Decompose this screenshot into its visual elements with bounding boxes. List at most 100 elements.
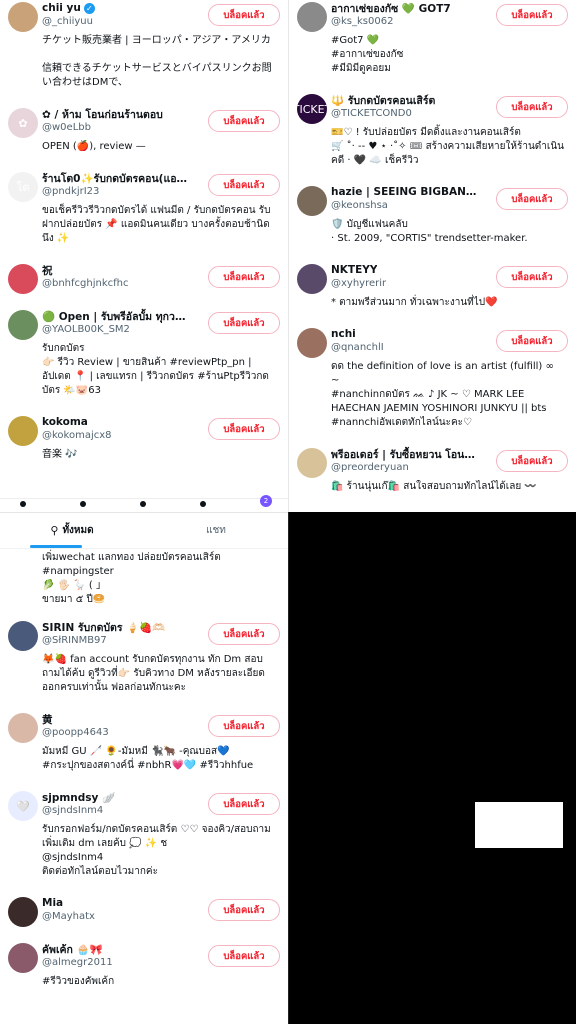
blocked-button[interactable]: บล็อคแล้ว [496,96,568,118]
user-bio: ดด the definition of love is an artist (… [331,361,554,428]
avatar[interactable] [297,2,327,32]
blocked-button[interactable]: บล็อคแล้ว [208,312,280,334]
user-bio: 🛡️ บัญชีแฟนคลับ · St. 2009, "CORTIS" tre… [331,219,528,244]
avatar[interactable]: โต [8,172,38,202]
grok-icon[interactable] [140,501,146,507]
panel-top-left: chii yu ✓ @_chiiyuu チケット販売業者 | ヨーロッパ・アジア・アメ… [0,0,288,512]
user-bio: 🦊🍓 fan account รับกดบัตรทุกงาน ทัก Dm สอ… [42,654,265,693]
display-name[interactable]: NKTEYY [331,264,377,276]
avatar[interactable]: TICKET [297,94,327,124]
user-bio: OPEN (🍎), review — [42,141,146,152]
display-name[interactable]: 黄 [42,712,53,727]
blocked-button[interactable]: บล็อคแล้ว [208,174,280,196]
blocked-button[interactable]: บล็อคแล้ว [496,450,568,472]
avatar[interactable]: 🤍 [8,791,38,821]
blocked-button[interactable]: บล็อคแล้ว [208,623,280,645]
panel-top-right: อากาเซ่ของกัซ 💚 GOT7 @ks_ks0062 #Got7 💚 #อ… [288,0,576,512]
filter-icon: ⚲ [50,524,59,537]
avatar[interactable] [297,448,327,478]
blocked-button[interactable]: บล็อคแล้ว [208,110,280,132]
display-name[interactable]: 🔱 รับกดบัตรคอนเสิร์ต [331,92,435,109]
display-name[interactable]: Mia [42,897,63,909]
user-row[interactable]: chii yu ✓ @_chiiyuu チケット販売業者 | ヨーロッパ・アジア・アメ… [0,0,288,98]
home-icon[interactable] [20,501,26,507]
display-name[interactable]: 🟢 Open | รับพรีอัลบั้ม ทุกวง🎆... [42,308,190,325]
avatar[interactable]: ✿ [8,108,38,138]
user-row[interactable]: hazie | SEEING BIGBANG IN J...@keonshsa🛡… [289,176,576,254]
user-row[interactable]: SIRIN รับกดบัตร 🍦🍓🫶🏻 @SłRINMB97 🦊🍓 fan acc… [0,611,288,703]
user-row[interactable]: อากาเซ่ของกัซ 💚 GOT7 @ks_ks0062 #Got7 💚 #อ… [289,0,576,84]
user-bio: รับกรอกฟอร์ม/กดบัตรคอนเสิร์ต ♡♡ จองคิว/ส… [42,824,271,877]
user-bio: 🛍️ ร้านนุ่นเก๊🛍️ สนใจสอบถามทักไลน์ได้เลย… [331,481,537,492]
avatar[interactable] [8,943,38,973]
user-bio: 音楽 🎶 [42,449,78,460]
user-bio: ขอเช็ครีวิวรีวิวกดบัตรได้ แฟนมีต / รับกด… [42,205,271,244]
display-name[interactable]: ✿ / ห้าม โอนก่อนร้านตอบ [42,106,163,123]
user-row[interactable]: NKTEYY @xyhyrerir * ตามพรีส่วนมาก ทั่วเฉพา… [289,254,576,318]
user-bio: 🎫♡ ! รับปล่อยบัตร มีดดิ้งและงานคอนเสิร์ต… [331,127,565,166]
user-row[interactable]: TICKET🔱 รับกดบัตรคอนเสิร์ต@TICKETCOND0🎫♡… [289,84,576,176]
user-row[interactable]: 黄 @poopp4643 มัมหมี GU 🦯 🌻-มัมหมี 🐈‍⬛🐂 -คุ… [0,703,288,781]
blocked-list: เพิ่มwechat แลกทอง ปล่อยบัตรคอนเสิร์ต #n… [0,549,288,997]
blocked-list: อากาเซ่ของกัซ 💚 GOT7 @ks_ks0062 #Got7 💚 #อ… [289,0,576,502]
user-row[interactable]: nchi @qnanchlI ดด the definition of love i… [289,318,576,438]
blocked-button[interactable]: บล็อคแล้ว [496,266,568,288]
user-bio: チケット販売業者 | ヨーロッパ・アジア・アメリカ 信頼できるチケットサービスと… [42,35,272,88]
display-name[interactable]: chii yu [42,2,81,14]
display-name[interactable]: SIRIN รับกดบัตร 🍦🍓🫶🏻 [42,619,165,636]
display-name[interactable]: kokoma [42,416,88,428]
display-name[interactable]: 祝 [42,263,53,278]
blocked-list: chii yu ✓ @_chiiyuu チケット販売業者 | ヨーロッパ・アジア・アメ… [0,0,288,470]
user-bio: มัมหมี GU 🦯 🌻-มัมหมี 🐈‍⬛🐂 -คุณบอส💙 #กระป… [42,746,254,771]
avatar[interactable] [297,186,327,216]
blocked-button[interactable]: บล็อคแล้ว [208,793,280,815]
blocked-button[interactable]: บล็อคแล้ว [208,945,280,967]
user-row[interactable]: 🤍 sjpmndsy 🪽 @sjndsInm4 รับกรอกฟอร์ม/กดบัตร… [0,781,288,887]
user-row[interactable]: พรีออเดอร์ | รับซื้อหยวน โอนเงินจี...@pr… [289,438,576,502]
notification-badge: 2 [260,495,272,507]
display-name[interactable]: hazie | SEEING BIGBANG IN J... [331,186,478,198]
user-bio: #Got7 💚 #อากาเซ่ของกัซ #มีมิมีดูคอยม [331,35,404,74]
user-row[interactable]: คัพเค้ก 🧁🎀 @almegr2011 #รีวิวของคัพเค้ก บล็… [0,933,288,997]
user-row[interactable]: Mia @Mayhatx บล็อคแล้ว [0,887,288,933]
blocked-button[interactable]: บล็อคแล้ว [208,266,280,288]
avatar[interactable] [8,2,38,32]
user-row[interactable]: 祝 @bnhfcghjnkcfhc บล็อคแล้ว [0,254,288,300]
tab-bar: ⚲ ทั้งหมด แชท [0,513,288,549]
user-bio: รับกดบัตร 👉🏻 รีวิว Review | ขายสินค้า #r… [42,343,269,396]
display-name[interactable]: ร้านโต0✨รับกดบัตรคอน(แอดเ... [42,170,190,187]
avatar[interactable] [8,416,38,446]
avatar[interactable] [8,264,38,294]
user-bio: * ตามพรีส่วนมาก ทั่วเฉพาะงานที่ไป❤️ [331,297,498,308]
tab-all[interactable]: ⚲ ทั้งหมด [0,513,144,548]
user-row[interactable]: ✿ ✿ / ห้าม โอนก่อนร้านตอบ @w0eLbb OPEN (🍎),… [0,98,288,162]
display-name[interactable]: พรีออเดอร์ | รับซื้อหยวน โอนเงินจี... [331,446,478,463]
avatar[interactable] [8,310,38,340]
blocked-button[interactable]: บล็อคแล้ว [496,188,568,210]
search-icon[interactable] [80,501,86,507]
display-name[interactable]: nchi [331,328,356,340]
display-name[interactable]: อากาเซ่ของกัซ 💚 GOT7 [331,0,451,17]
panel-bottom-left: ⚲ ทั้งหมด แชท เพิ่มwechat แลกทอง ปล่อยบั… [0,512,288,1024]
display-name[interactable]: คัพเค้ก 🧁🎀 [42,941,103,958]
blocked-button[interactable]: บล็อคแล้ว [496,330,568,352]
avatar[interactable] [8,713,38,743]
blocked-button[interactable]: บล็อคแล้ว [496,4,568,26]
avatar[interactable] [8,897,38,927]
user-row[interactable]: 🟢 Open | รับพรีอัลบั้ม ทุกวง🎆... @YAOLB00… [0,300,288,406]
avatar[interactable] [8,621,38,651]
blocked-button[interactable]: บล็อคแล้ว [208,715,280,737]
blocked-button[interactable]: บล็อคแล้ว [208,418,280,440]
display-name[interactable]: sjpmndsy 🪽 [42,791,115,804]
user-row[interactable]: โต ร้านโต0✨รับกดบัตรคอน(แอดเ... @pndkjrI23… [0,162,288,254]
user-bio: #รีวิวของคัพเค้ก [42,976,115,987]
bottom-nav-bar: 2 [0,495,288,512]
tab-chat[interactable]: แชท [144,513,288,548]
blocked-button[interactable]: บล็อคแล้ว [208,4,280,26]
avatar[interactable] [297,328,327,358]
verified-badge-icon: ✓ [83,2,95,14]
blocked-button[interactable]: บล็อคแล้ว [208,899,280,921]
user-row[interactable]: kokoma @kokomajcx8 音楽 🎶 บล็อคแล้ว [0,406,288,470]
notifications-icon[interactable] [200,501,206,507]
avatar[interactable] [297,264,327,294]
